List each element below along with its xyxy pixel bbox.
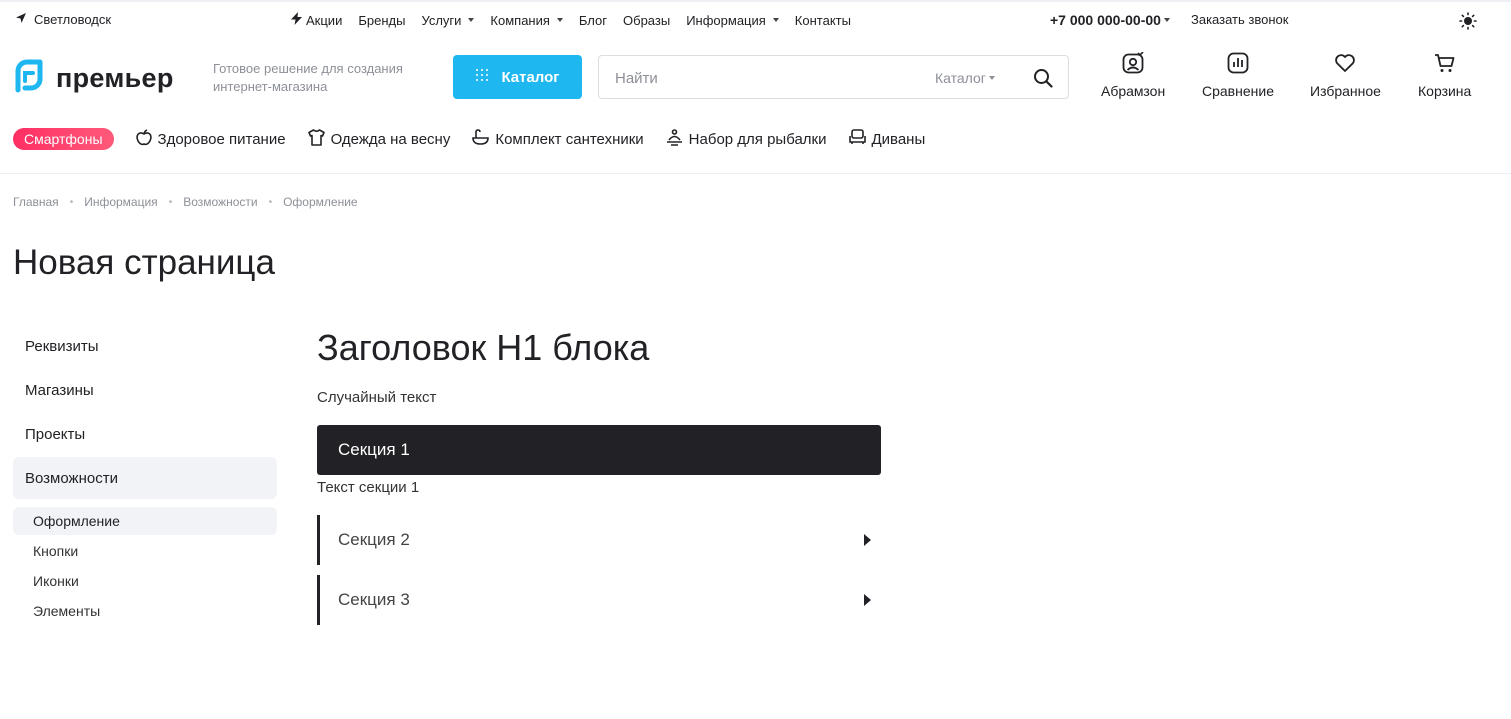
accordion-section-1-body: Текст секции 1 xyxy=(317,479,420,496)
compare-icon xyxy=(1227,52,1249,77)
sidebar-subitem-buttons[interactable]: Кнопки xyxy=(13,537,277,565)
account-label: Абрамзон xyxy=(1101,83,1166,99)
chevron-down-icon xyxy=(772,18,779,22)
account-button[interactable]: Абрамзон xyxy=(1101,51,1166,99)
topnav-label: Блог xyxy=(578,12,608,28)
topnav-item-blog[interactable]: Блог xyxy=(579,13,607,28)
header-actions: Абрамзон Сравнение Избранное Корзина xyxy=(0,51,1511,102)
sidebar-item-stores[interactable]: Магазины xyxy=(13,369,277,411)
phone-number[interactable]: +7 000 000-00-00 xyxy=(1050,12,1170,28)
sidebar: Реквизиты Магазины Проекты Возможности О… xyxy=(13,325,277,627)
favorites-label: Избранное xyxy=(1310,83,1381,99)
breadcrumb-separator: • xyxy=(69,196,74,208)
accordion-section-3[interactable]: Секция 3 xyxy=(317,575,881,625)
chevron-down-icon xyxy=(556,18,563,22)
category-healthy-food[interactable]: Здоровое питание xyxy=(135,128,286,150)
theme-toggle[interactable] xyxy=(1459,12,1477,35)
category-label: Одежда на весну xyxy=(330,130,451,148)
sofa-icon xyxy=(848,129,866,149)
category-strip: Смартфоны Здоровое питание Одежда на вес… xyxy=(13,128,925,150)
category-label: Комплект сантехники xyxy=(495,130,644,148)
topnav-item-promo[interactable]: Акции xyxy=(291,12,342,28)
topnav-item-looks[interactable]: Образы xyxy=(623,13,670,28)
breadcrumb-info[interactable]: Информация xyxy=(84,195,157,209)
user-icon xyxy=(1122,51,1144,77)
category-badge-smartphones[interactable]: Смартфоны xyxy=(13,128,114,150)
phone-text: +7 000 000-00-00 xyxy=(1050,12,1161,28)
cart-icon xyxy=(1434,52,1456,77)
bath-icon xyxy=(472,128,490,150)
category-label: Набор для рыбалки xyxy=(688,130,827,148)
city-selector[interactable]: Светловодск xyxy=(15,12,111,27)
favorites-button[interactable]: Избранное xyxy=(1310,52,1381,99)
accordion-section-2[interactable]: Секция 2 xyxy=(317,515,881,565)
topnav-item-company[interactable]: Компания xyxy=(490,13,563,28)
sidebar-item-projects[interactable]: Проекты xyxy=(13,413,277,455)
page-title: Новая страница xyxy=(13,243,275,282)
topnav-label: Информация xyxy=(686,12,766,28)
category-spring-clothes[interactable]: Одежда на весну xyxy=(307,128,451,150)
sidebar-item-requisites[interactable]: Реквизиты xyxy=(13,325,277,367)
topnav-item-services[interactable]: Услуги xyxy=(421,12,475,28)
heart-icon xyxy=(1334,52,1356,77)
sun-icon xyxy=(1459,12,1477,34)
breadcrumb-separator: • xyxy=(268,196,273,208)
topnav-item-info[interactable]: Информация xyxy=(686,13,779,28)
sidebar-subitem-elements[interactable]: Элементы xyxy=(13,597,277,625)
breadcrumb-home[interactable]: Главная xyxy=(13,195,59,209)
sidebar-submenu: Оформление Кнопки Иконки Элементы xyxy=(13,507,277,625)
lightning-icon xyxy=(291,12,302,28)
breadcrumb-current: Оформление xyxy=(283,195,358,209)
accordion-title: Секция 2 xyxy=(338,530,410,549)
content-text: Случайный текст xyxy=(317,389,437,406)
topnav-item-brands[interactable]: Бренды xyxy=(358,13,405,28)
fishing-icon xyxy=(666,128,683,150)
breadcrumb: Главная • Информация • Возможности • Офо… xyxy=(13,195,358,209)
compare-label: Сравнение xyxy=(1202,83,1274,99)
accordion-title: Секция 1 xyxy=(338,440,410,459)
topnav-label: Акции xyxy=(306,12,343,28)
compare-button[interactable]: Сравнение xyxy=(1202,52,1274,99)
cart-button[interactable]: Корзина xyxy=(1418,52,1471,99)
top-bar: Светловодск Акции Бренды Услуги Компания… xyxy=(0,0,1511,38)
apple-icon xyxy=(135,128,152,150)
breadcrumb-separator: • xyxy=(168,196,173,208)
sidebar-item-features[interactable]: Возможности xyxy=(13,457,277,499)
chevron-down-icon xyxy=(468,18,475,22)
cart-label: Корзина xyxy=(1418,83,1472,99)
category-sofas[interactable]: Диваны xyxy=(848,129,926,149)
sidebar-subitem-design[interactable]: Оформление xyxy=(13,507,277,535)
category-fishing[interactable]: Набор для рыбалки xyxy=(666,128,827,150)
category-plumbing[interactable]: Комплект сантехники xyxy=(472,128,644,150)
topnav-label: Образы xyxy=(623,12,671,28)
topnav-label: Бренды xyxy=(358,12,406,28)
topnav-label: Услуги xyxy=(421,12,462,28)
chevron-down-icon xyxy=(1163,18,1170,22)
shirt-icon xyxy=(307,128,325,150)
caret-right-icon xyxy=(864,594,871,606)
header-divider xyxy=(0,173,1511,174)
accordion-section-1[interactable]: Секция 1 xyxy=(317,425,881,475)
topnav-item-contacts[interactable]: Контакты xyxy=(795,13,851,28)
topnav-label: Контакты xyxy=(794,12,851,28)
content-heading: Заголовок H1 блока xyxy=(317,327,650,368)
breadcrumb-features[interactable]: Возможности xyxy=(183,195,257,209)
accordion-title: Секция 3 xyxy=(338,590,410,609)
topnav-label: Компания xyxy=(490,12,550,28)
sidebar-subitem-icons[interactable]: Иконки xyxy=(13,567,277,595)
category-label: Здоровое питание xyxy=(157,130,286,148)
top-nav: Акции Бренды Услуги Компания Блог Образы… xyxy=(291,12,851,28)
location-arrow-icon xyxy=(15,12,27,27)
callback-link[interactable]: Заказать звонок xyxy=(1191,12,1288,27)
city-name: Светловодск xyxy=(34,12,112,27)
category-label: Диваны xyxy=(871,130,926,148)
caret-right-icon xyxy=(864,534,871,546)
